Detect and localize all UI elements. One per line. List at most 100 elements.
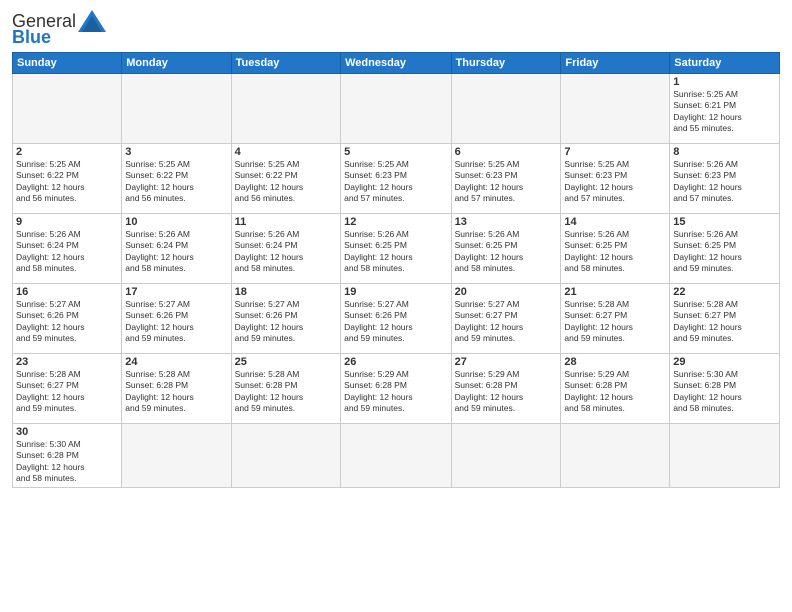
calendar-cell (561, 74, 670, 144)
calendar-cell: 16 Sunrise: 5:27 AMSunset: 6:26 PMDaylig… (13, 284, 122, 354)
calendar-cell: 15 Sunrise: 5:26 AMSunset: 6:25 PMDaylig… (670, 214, 780, 284)
day-number: 23 (16, 356, 118, 368)
header-friday: Friday (561, 53, 670, 74)
day-info: Sunrise: 5:25 AMSunset: 6:23 PMDaylight:… (455, 159, 524, 203)
calendar-cell (122, 74, 231, 144)
day-number: 1 (673, 76, 776, 88)
calendar-cell (341, 424, 451, 488)
calendar-cell: 27 Sunrise: 5:29 AMSunset: 6:28 PMDaylig… (451, 354, 561, 424)
day-number: 29 (673, 356, 776, 368)
calendar-cell (670, 424, 780, 488)
day-info: Sunrise: 5:26 AMSunset: 6:24 PMDaylight:… (16, 229, 85, 273)
day-number: 27 (455, 356, 558, 368)
calendar-cell: 10 Sunrise: 5:26 AMSunset: 6:24 PMDaylig… (122, 214, 231, 284)
logo: General Blue (12, 10, 106, 46)
calendar-cell: 23 Sunrise: 5:28 AMSunset: 6:27 PMDaylig… (13, 354, 122, 424)
calendar-table: Sunday Monday Tuesday Wednesday Thursday… (12, 52, 780, 488)
header-sunday: Sunday (13, 53, 122, 74)
header-thursday: Thursday (451, 53, 561, 74)
day-number: 13 (455, 216, 558, 228)
header-monday: Monday (122, 53, 231, 74)
calendar-cell: 25 Sunrise: 5:28 AMSunset: 6:28 PMDaylig… (231, 354, 340, 424)
calendar-cell: 13 Sunrise: 5:26 AMSunset: 6:25 PMDaylig… (451, 214, 561, 284)
day-number: 6 (455, 146, 558, 158)
day-info: Sunrise: 5:25 AMSunset: 6:22 PMDaylight:… (125, 159, 194, 203)
day-info: Sunrise: 5:26 AMSunset: 6:25 PMDaylight:… (344, 229, 413, 273)
day-number: 21 (564, 286, 666, 298)
calendar-cell: 12 Sunrise: 5:26 AMSunset: 6:25 PMDaylig… (341, 214, 451, 284)
day-number: 15 (673, 216, 776, 228)
calendar-cell: 18 Sunrise: 5:27 AMSunset: 6:26 PMDaylig… (231, 284, 340, 354)
calendar-cell (451, 424, 561, 488)
day-number: 30 (16, 426, 118, 438)
day-info: Sunrise: 5:28 AMSunset: 6:27 PMDaylight:… (564, 299, 633, 343)
header-wednesday: Wednesday (341, 53, 451, 74)
calendar-cell: 19 Sunrise: 5:27 AMSunset: 6:26 PMDaylig… (341, 284, 451, 354)
calendar-cell: 17 Sunrise: 5:27 AMSunset: 6:26 PMDaylig… (122, 284, 231, 354)
day-info: Sunrise: 5:28 AMSunset: 6:27 PMDaylight:… (673, 299, 742, 343)
day-number: 17 (125, 286, 227, 298)
day-number: 24 (125, 356, 227, 368)
day-info: Sunrise: 5:26 AMSunset: 6:25 PMDaylight:… (673, 229, 742, 273)
day-number: 8 (673, 146, 776, 158)
day-info: Sunrise: 5:25 AMSunset: 6:23 PMDaylight:… (564, 159, 633, 203)
calendar-cell (122, 424, 231, 488)
calendar-cell (13, 74, 122, 144)
calendar-cell: 4 Sunrise: 5:25 AMSunset: 6:22 PMDayligh… (231, 144, 340, 214)
day-number: 11 (235, 216, 337, 228)
calendar-cell (451, 74, 561, 144)
calendar-cell: 22 Sunrise: 5:28 AMSunset: 6:27 PMDaylig… (670, 284, 780, 354)
calendar-cell: 30 Sunrise: 5:30 AMSunset: 6:28 PMDaylig… (13, 424, 122, 488)
calendar-cell: 7 Sunrise: 5:25 AMSunset: 6:23 PMDayligh… (561, 144, 670, 214)
day-number: 2 (16, 146, 118, 158)
day-number: 9 (16, 216, 118, 228)
day-info: Sunrise: 5:25 AMSunset: 6:22 PMDaylight:… (235, 159, 304, 203)
day-info: Sunrise: 5:28 AMSunset: 6:28 PMDaylight:… (235, 369, 304, 413)
day-number: 3 (125, 146, 227, 158)
logo-icon (78, 10, 106, 32)
calendar-cell: 11 Sunrise: 5:26 AMSunset: 6:24 PMDaylig… (231, 214, 340, 284)
day-info: Sunrise: 5:30 AMSunset: 6:28 PMDaylight:… (673, 369, 742, 413)
day-info: Sunrise: 5:27 AMSunset: 6:26 PMDaylight:… (235, 299, 304, 343)
day-info: Sunrise: 5:29 AMSunset: 6:28 PMDaylight:… (455, 369, 524, 413)
day-info: Sunrise: 5:29 AMSunset: 6:28 PMDaylight:… (564, 369, 633, 413)
day-number: 7 (564, 146, 666, 158)
calendar-cell: 28 Sunrise: 5:29 AMSunset: 6:28 PMDaylig… (561, 354, 670, 424)
day-number: 25 (235, 356, 337, 368)
calendar-cell (231, 74, 340, 144)
calendar-cell: 24 Sunrise: 5:28 AMSunset: 6:28 PMDaylig… (122, 354, 231, 424)
day-info: Sunrise: 5:25 AMSunset: 6:22 PMDaylight:… (16, 159, 85, 203)
day-info: Sunrise: 5:28 AMSunset: 6:28 PMDaylight:… (125, 369, 194, 413)
day-number: 14 (564, 216, 666, 228)
day-info: Sunrise: 5:27 AMSunset: 6:26 PMDaylight:… (344, 299, 413, 343)
calendar-cell: 5 Sunrise: 5:25 AMSunset: 6:23 PMDayligh… (341, 144, 451, 214)
day-info: Sunrise: 5:25 AMSunset: 6:23 PMDaylight:… (344, 159, 413, 203)
calendar-cell: 26 Sunrise: 5:29 AMSunset: 6:28 PMDaylig… (341, 354, 451, 424)
day-number: 26 (344, 356, 447, 368)
day-info: Sunrise: 5:26 AMSunset: 6:24 PMDaylight:… (235, 229, 304, 273)
day-number: 12 (344, 216, 447, 228)
calendar-cell (231, 424, 340, 488)
header: General Blue (12, 10, 780, 46)
logo-blue: Blue (12, 28, 51, 46)
day-number: 18 (235, 286, 337, 298)
day-number: 19 (344, 286, 447, 298)
day-info: Sunrise: 5:26 AMSunset: 6:25 PMDaylight:… (564, 229, 633, 273)
day-info: Sunrise: 5:29 AMSunset: 6:28 PMDaylight:… (344, 369, 413, 413)
day-number: 16 (16, 286, 118, 298)
calendar-cell: 29 Sunrise: 5:30 AMSunset: 6:28 PMDaylig… (670, 354, 780, 424)
day-info: Sunrise: 5:30 AMSunset: 6:28 PMDaylight:… (16, 439, 85, 483)
day-info: Sunrise: 5:25 AMSunset: 6:21 PMDaylight:… (673, 89, 742, 133)
calendar-cell: 20 Sunrise: 5:27 AMSunset: 6:27 PMDaylig… (451, 284, 561, 354)
header-tuesday: Tuesday (231, 53, 340, 74)
calendar-cell: 2 Sunrise: 5:25 AMSunset: 6:22 PMDayligh… (13, 144, 122, 214)
calendar-cell (341, 74, 451, 144)
day-number: 4 (235, 146, 337, 158)
calendar-cell: 3 Sunrise: 5:25 AMSunset: 6:22 PMDayligh… (122, 144, 231, 214)
day-info: Sunrise: 5:26 AMSunset: 6:23 PMDaylight:… (673, 159, 742, 203)
day-info: Sunrise: 5:28 AMSunset: 6:27 PMDaylight:… (16, 369, 85, 413)
calendar-cell: 21 Sunrise: 5:28 AMSunset: 6:27 PMDaylig… (561, 284, 670, 354)
calendar-cell: 9 Sunrise: 5:26 AMSunset: 6:24 PMDayligh… (13, 214, 122, 284)
calendar-cell: 6 Sunrise: 5:25 AMSunset: 6:23 PMDayligh… (451, 144, 561, 214)
calendar-cell: 14 Sunrise: 5:26 AMSunset: 6:25 PMDaylig… (561, 214, 670, 284)
